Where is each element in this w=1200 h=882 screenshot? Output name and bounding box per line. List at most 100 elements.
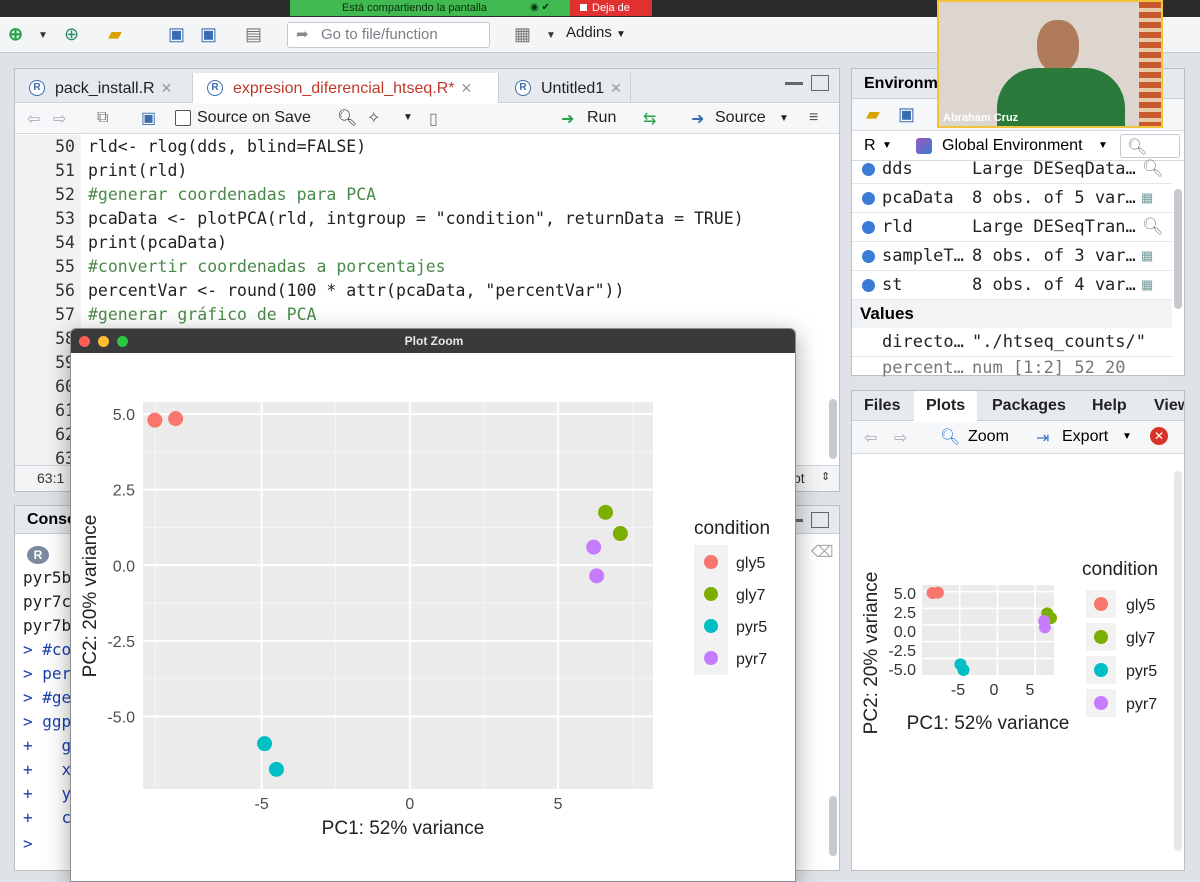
code-text: print(pcaData) xyxy=(88,233,228,252)
chevron-down-icon[interactable]: ▼ xyxy=(403,112,413,123)
y-tick-labels: 5.0 2.5 0.0 -2.5 -5.0 xyxy=(107,407,135,726)
table-icon[interactable]: ▦ xyxy=(1142,242,1152,271)
search-icon[interactable]: 🔍︎ xyxy=(1142,155,1164,184)
editor-scrollbar[interactable] xyxy=(829,399,837,459)
clear-plot-icon[interactable]: ✕ xyxy=(1150,427,1168,445)
mini-legend-key-pyr7 xyxy=(1094,696,1108,710)
env-row-sampletable[interactable]: sampleT… 8 obs. of 3 var… ▦ xyxy=(852,242,1172,271)
maximize-pane-icon[interactable] xyxy=(811,75,829,91)
y-tick-label: -5.0 xyxy=(107,709,135,726)
var-name: percent… xyxy=(882,358,964,378)
y-tick-label: 2.5 xyxy=(113,483,135,500)
file-type-chevron-icon[interactable]: ⇕ xyxy=(821,470,830,483)
chevron-down-icon[interactable]: ▼ xyxy=(779,113,789,124)
save-icon[interactable]: ▣ xyxy=(141,108,156,128)
tab-help[interactable]: Help xyxy=(1092,391,1127,421)
minimize-window-icon[interactable] xyxy=(98,336,109,347)
prev-plot-icon[interactable]: ⇦ xyxy=(864,428,877,448)
plots-scrollbar[interactable] xyxy=(1174,471,1182,851)
outline-icon[interactable]: ≡ xyxy=(809,109,818,127)
back-icon[interactable]: ⇦ xyxy=(27,109,40,129)
save-workspace-icon[interactable]: ▣ xyxy=(898,104,915,125)
search-icon[interactable]: 🔍︎ xyxy=(337,108,357,128)
rerun-icon[interactable]: ⇆ xyxy=(643,109,656,129)
maximize-pane-icon[interactable] xyxy=(811,512,829,528)
load-workspace-icon[interactable]: ▰ xyxy=(866,104,880,125)
table-icon[interactable]: ▦ xyxy=(1142,271,1152,300)
source-button[interactable]: Source xyxy=(715,109,766,127)
next-plot-icon[interactable]: ⇨ xyxy=(894,428,907,448)
minimize-pane-icon[interactable] xyxy=(785,79,803,85)
tab-plots[interactable]: Plots xyxy=(914,391,978,421)
scope-selector[interactable]: Global Environment xyxy=(942,137,1083,155)
tab-expresion-diferencial[interactable]: Rexpresion_diferencial_htseq.R* ✕ xyxy=(193,73,499,103)
env-row-pcadata[interactable]: pcaData 8 obs. of 5 var… ▦ xyxy=(852,184,1172,213)
zoom-button[interactable]: Zoom xyxy=(968,428,1009,446)
goto-file-input[interactable]: ➦ Go to file/function xyxy=(287,22,490,48)
close-window-icon[interactable] xyxy=(79,336,90,347)
legend-key-pyr7 xyxy=(704,651,718,665)
tab-pack-install[interactable]: Rpack_install.R ✕ xyxy=(15,73,193,103)
new-file-dropdown-icon[interactable]: ▼ xyxy=(38,24,48,48)
export-button[interactable]: Export xyxy=(1062,428,1108,446)
expand-icon[interactable] xyxy=(862,221,875,234)
env-row-dds[interactable]: dds Large DESeqData… 🔍︎ xyxy=(852,155,1172,184)
print-icon[interactable]: ▤ xyxy=(245,22,262,46)
mini-legend-key-pyr5 xyxy=(1094,663,1108,677)
env-row-percentvar[interactable]: percent… num [1:2] 52 20 xyxy=(852,354,1172,383)
search-icon[interactable]: 🔍︎ xyxy=(1142,213,1164,242)
tab-environment[interactable]: Environm xyxy=(864,75,938,93)
mini-legend-label: gly5 xyxy=(1126,597,1155,614)
mini-x-axis-label: PC1: 52% variance xyxy=(907,713,1070,734)
layout-dropdown-icon[interactable]: ▼ xyxy=(546,30,556,41)
compile-report-icon[interactable]: ▯ xyxy=(429,109,438,129)
show-in-window-icon[interactable]: ⧉ xyxy=(97,109,108,127)
line-number: 55 xyxy=(55,257,75,276)
grid-layout-icon[interactable]: ▦ xyxy=(514,22,531,46)
var-value: Large DESeqData… xyxy=(972,159,1136,179)
open-folder-icon[interactable]: ▰ xyxy=(108,22,122,46)
source-on-save-checkbox[interactable] xyxy=(175,110,191,126)
save-icon[interactable]: ▣ xyxy=(168,22,185,46)
stop-share-button[interactable]: Deja de xyxy=(570,0,652,16)
env-row-directory[interactable]: directo… "./htseq_counts/" xyxy=(852,328,1172,357)
new-project-icon[interactable]: ⊕ xyxy=(64,22,79,46)
env-scrollbar[interactable] xyxy=(1174,189,1182,309)
y-tick-label: 0.0 xyxy=(113,558,135,575)
run-button[interactable]: Run xyxy=(587,109,616,127)
var-name: rld xyxy=(882,217,913,237)
console-prompt[interactable]: > xyxy=(23,832,33,856)
environment-icon xyxy=(916,138,932,154)
close-icon[interactable]: ✕ xyxy=(610,80,622,96)
expand-icon[interactable] xyxy=(862,163,875,176)
chevron-down-icon[interactable]: ▼ xyxy=(1122,431,1132,442)
magic-wand-icon[interactable]: ✧ xyxy=(367,108,380,128)
tab-viewer[interactable]: View xyxy=(1154,391,1184,421)
expand-icon[interactable] xyxy=(862,250,875,263)
tab-untitled1[interactable]: R Untitled1 ✕ xyxy=(501,73,631,103)
mini-y-axis-label: PC2: 20% variance xyxy=(861,572,882,735)
language-selector[interactable]: R xyxy=(864,137,876,155)
save-all-icon[interactable]: ▣ xyxy=(200,22,217,46)
close-icon[interactable]: ✕ xyxy=(161,80,173,96)
forward-icon[interactable]: ⇨ xyxy=(53,109,66,129)
chevron-down-icon[interactable]: ▼ xyxy=(882,140,892,151)
expand-icon[interactable] xyxy=(862,192,875,205)
clear-console-icon[interactable]: ⌫ xyxy=(811,542,834,562)
console-scrollbar[interactable] xyxy=(829,796,837,856)
tab-packages[interactable]: Packages xyxy=(992,391,1066,421)
table-icon[interactable]: ▦ xyxy=(1142,184,1152,213)
tab-files[interactable]: Files xyxy=(864,391,900,421)
console-line: > #ge xyxy=(23,688,72,707)
env-row-rld[interactable]: rld Large DESeqTran… 🔍︎ xyxy=(852,213,1172,242)
legend-title: condition xyxy=(694,518,770,539)
chevron-down-icon[interactable]: ▼ xyxy=(1098,140,1108,151)
env-row-st[interactable]: st 8 obs. of 4 var… ▦ xyxy=(852,271,1172,300)
x-axis-label: PC1: 52% variance xyxy=(322,818,485,839)
close-icon[interactable]: ✕ xyxy=(460,80,472,96)
zoom-window-icon[interactable] xyxy=(117,336,128,347)
new-file-icon[interactable]: ⊕ xyxy=(8,22,23,46)
addins-menu[interactable]: Addins ▼ xyxy=(566,24,626,41)
expand-icon[interactable] xyxy=(862,279,875,292)
tab-label: expresion_diferencial_htseq.R* xyxy=(233,80,455,97)
